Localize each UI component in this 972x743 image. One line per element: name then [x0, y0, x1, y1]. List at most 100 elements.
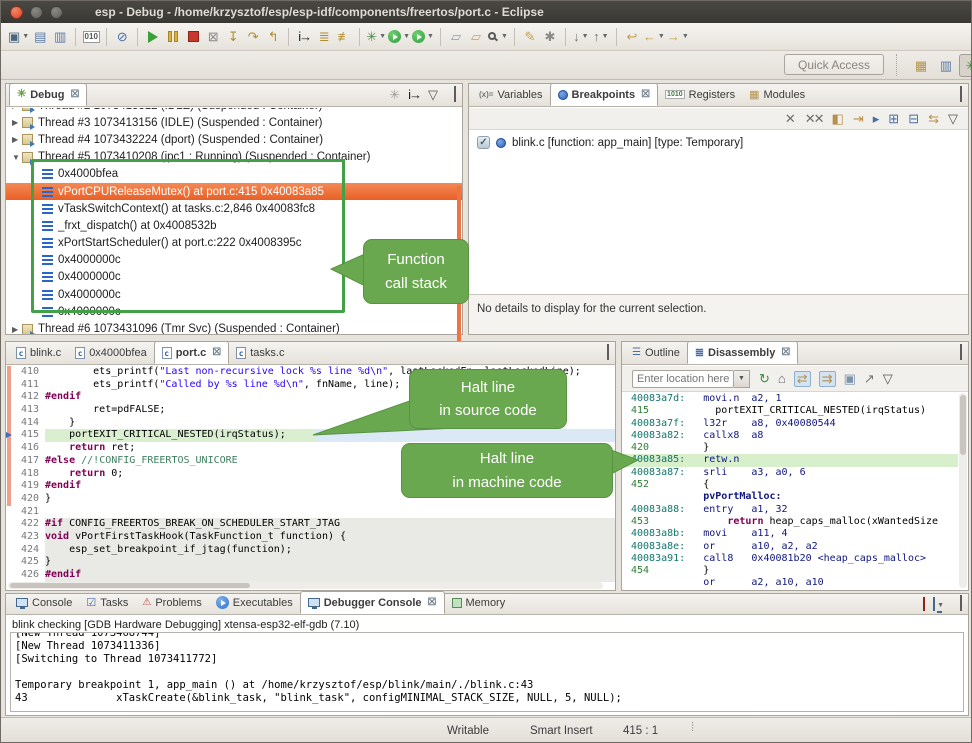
close-icon[interactable]: ☒	[212, 347, 221, 358]
breakpoints-link-with-debug-view-button[interactable]: ⇆	[928, 112, 939, 126]
stack-frame-row[interactable]: 0x4000bfea	[6, 166, 462, 183]
toolbar-step-over-button[interactable]: ↷	[243, 26, 263, 48]
location-input[interactable]	[632, 370, 734, 388]
editor-tab-blink-c[interactable]: cblink.c	[9, 341, 68, 364]
toolbar-open-project-button[interactable]: ▱	[446, 26, 466, 48]
toolbar-new-wizard-button[interactable]: ▣▼	[7, 26, 30, 48]
toolbar-step-into-button[interactable]: ↧	[223, 26, 243, 48]
toolbar-instruction-step-button[interactable]: i→	[294, 26, 314, 48]
breakpoints-go-to-file-for-breakpoint-button[interactable]: ⇥	[853, 112, 864, 126]
toolbar-last-edit-location-button[interactable]: ↩	[622, 26, 642, 48]
disassembly-tab-outline[interactable]: ☰Outline	[625, 341, 687, 364]
toolbar-previous-annotation-button[interactable]: ↑▼	[591, 26, 611, 48]
toolbar-step-return-button[interactable]: ↰	[263, 26, 283, 48]
console-tab-problems[interactable]: ⚠Problems	[135, 591, 208, 614]
breakpoints-remove-all-breakpoints-button[interactable]: ✕✕	[805, 112, 823, 126]
toolbar-next-annotation-button[interactable]: ↓▼	[571, 26, 591, 48]
disassembly-code-area[interactable]: 40083a7d: movi.n a2, 1415 portEXIT_CRITI…	[622, 393, 958, 589]
console-terminate-button[interactable]	[923, 599, 925, 610]
debug-remove-all-terminated-button[interactable]: ✳	[389, 88, 400, 102]
editor-tab-port-c[interactable]: cport.c☒	[154, 341, 230, 364]
toolbar-external-tools-button[interactable]: ▼	[411, 26, 435, 48]
disassembly-tab-disassembly[interactable]: ≣Disassembly☒	[687, 341, 798, 364]
breakpoints-collapse-all-button[interactable]: ⊟	[908, 112, 919, 126]
dropdown-arrow-icon[interactable]: ▼	[682, 33, 689, 40]
console-tab-console[interactable]: Console	[9, 591, 79, 614]
toolbar-binary-010-button[interactable]: 010	[81, 26, 101, 48]
debug-instruction-stepping-button[interactable]: i→	[408, 88, 420, 102]
breakpoints-tab-breakpoints[interactable]: Breakpoints☒	[550, 83, 659, 106]
dropdown-arrow-icon[interactable]: ▼	[427, 33, 434, 40]
disassembly-new-view-button[interactable]: ▣	[844, 372, 856, 386]
toolbar-skip-all-breakpoints-button[interactable]: ⊘	[112, 26, 132, 48]
window-minimize-button[interactable]	[30, 6, 43, 19]
perspective-open-perspective-button[interactable]: ▦	[909, 54, 933, 77]
breakpoints-tab-variables[interactable]: (x)=Variables	[472, 83, 550, 106]
breakpoints-tab-modules[interactable]: ▦Modules	[742, 83, 812, 106]
toolbar-back-button[interactable]: ←▼	[642, 26, 666, 48]
tab-debug[interactable]: ✳ Debug ☒	[9, 83, 87, 106]
thread-row[interactable]: ▼Thread #5 1073410208 (ipc1 : Running) (…	[6, 149, 462, 166]
dropdown-arrow-icon[interactable]: ▼	[22, 33, 29, 40]
dropdown-arrow-icon[interactable]: ▼	[403, 33, 410, 40]
breakpoint-checkbox[interactable]: ✓	[477, 136, 490, 149]
toolbar-instruction-stepping-mode-button[interactable]: ≣	[314, 26, 334, 48]
dropdown-arrow-icon[interactable]: ▼	[602, 33, 609, 40]
breakpoints-show-breakpoints-supported-button[interactable]: ◧	[832, 112, 844, 126]
toolbar-debug-button[interactable]: ✳▼	[365, 26, 387, 48]
debug-maximize-button[interactable]	[454, 90, 456, 101]
disassembly-maximize-button[interactable]	[960, 348, 962, 359]
tree-expand-arrow-icon[interactable]: ▶	[12, 135, 22, 144]
editor-tab-tasks-c[interactable]: ctasks.c	[229, 341, 291, 364]
breakpoint-entry[interactable]: ✓ blink.c [function: app_main] [type: Te…	[477, 136, 743, 149]
dropdown-arrow-icon[interactable]: ▼	[501, 33, 508, 40]
toolbar-save-button[interactable]: ▤	[30, 26, 50, 48]
dropdown-arrow-icon[interactable]: ▼	[582, 33, 589, 40]
disassembly-vertical-scrollbar[interactable]	[959, 393, 967, 588]
tree-expand-arrow-icon[interactable]: ▼	[12, 153, 22, 162]
disassembly-home-button[interactable]: ⌂	[778, 372, 786, 386]
breakpoints-remove-selected-breakpoints-button[interactable]: ✕	[785, 112, 796, 126]
tree-expand-arrow-icon[interactable]: ▶	[12, 325, 22, 334]
quick-access-field[interactable]: Quick Access	[784, 54, 884, 75]
stack-frame-row[interactable]: 0x4000000c	[6, 303, 462, 320]
perspective-debug-perspective-button[interactable]: ✳	[959, 54, 972, 77]
toolbar-open-task-button[interactable]: ✱	[540, 26, 560, 48]
window-close-button[interactable]	[10, 6, 23, 19]
location-dropdown[interactable]: ▼	[734, 370, 750, 388]
disassembly-view-menu-button[interactable]: ▽	[883, 372, 893, 386]
breakpoints-view-menu-button[interactable]: ▽	[948, 112, 958, 126]
debug-view-menu-button[interactable]: ▽	[428, 88, 438, 102]
editor-tab-0x4000bfea[interactable]: c0x4000bfea	[68, 341, 154, 364]
console-tab-tasks[interactable]: ☑Tasks	[79, 591, 135, 614]
disassembly-refresh-button[interactable]: ↻	[759, 372, 770, 386]
close-icon[interactable]: ☒	[428, 597, 437, 608]
console-maximize-button[interactable]	[960, 599, 962, 610]
stack-frame-row[interactable]: _frxt_dispatch() at 0x4008532b	[6, 217, 462, 234]
dropdown-arrow-icon[interactable]: ▼	[937, 602, 944, 609]
editor-horizontal-scrollbar[interactable]	[8, 582, 603, 589]
close-icon[interactable]: ☒	[641, 89, 650, 100]
perspective-cpp-perspective-button[interactable]: ▥	[934, 54, 958, 77]
breakpoints-expand-all-button[interactable]: ⊞	[888, 112, 899, 126]
toolbar-mark-occurrences-button[interactable]: ✎	[520, 26, 540, 48]
console-display-selected-console-button[interactable]: ▼	[933, 599, 944, 610]
tree-expand-arrow-icon[interactable]: ▶	[12, 118, 22, 127]
thread-row[interactable]: ▶Thread #4 1073432224 (dport) (Suspended…	[6, 131, 462, 148]
thread-row[interactable]: ▶Thread #3 1073413156 (IDLE) (Suspended …	[6, 114, 462, 131]
toolbar-terminate-button[interactable]	[183, 26, 203, 48]
toolbar-save-all-button[interactable]: ▥	[50, 26, 70, 48]
tree-expand-arrow-icon[interactable]: ▶	[12, 108, 22, 110]
breakpoints-skip-all-breakpoints-button[interactable]: ▸	[873, 112, 880, 126]
dropdown-arrow-icon[interactable]: ▼	[658, 33, 665, 40]
breakpoints-maximize-button[interactable]	[960, 90, 962, 101]
console-output[interactable]: [New Thread 1073468744][New Thread 10734…	[10, 632, 964, 712]
toolbar-search-button[interactable]: ▼	[486, 26, 509, 48]
dropdown-arrow-icon[interactable]: ▼	[379, 33, 386, 40]
window-maximize-button[interactable]	[50, 6, 63, 19]
toolbar-suspend-button[interactable]	[163, 26, 183, 48]
thread-row[interactable]: ▶Thread #6 1073431096 (Tmr Svc) (Suspend…	[6, 320, 462, 334]
console-tab-executables[interactable]: Executables	[209, 591, 300, 614]
toolbar-forward-button[interactable]: →▼	[666, 26, 690, 48]
toolbar-use-step-filters-button[interactable]: ≢	[334, 26, 354, 48]
